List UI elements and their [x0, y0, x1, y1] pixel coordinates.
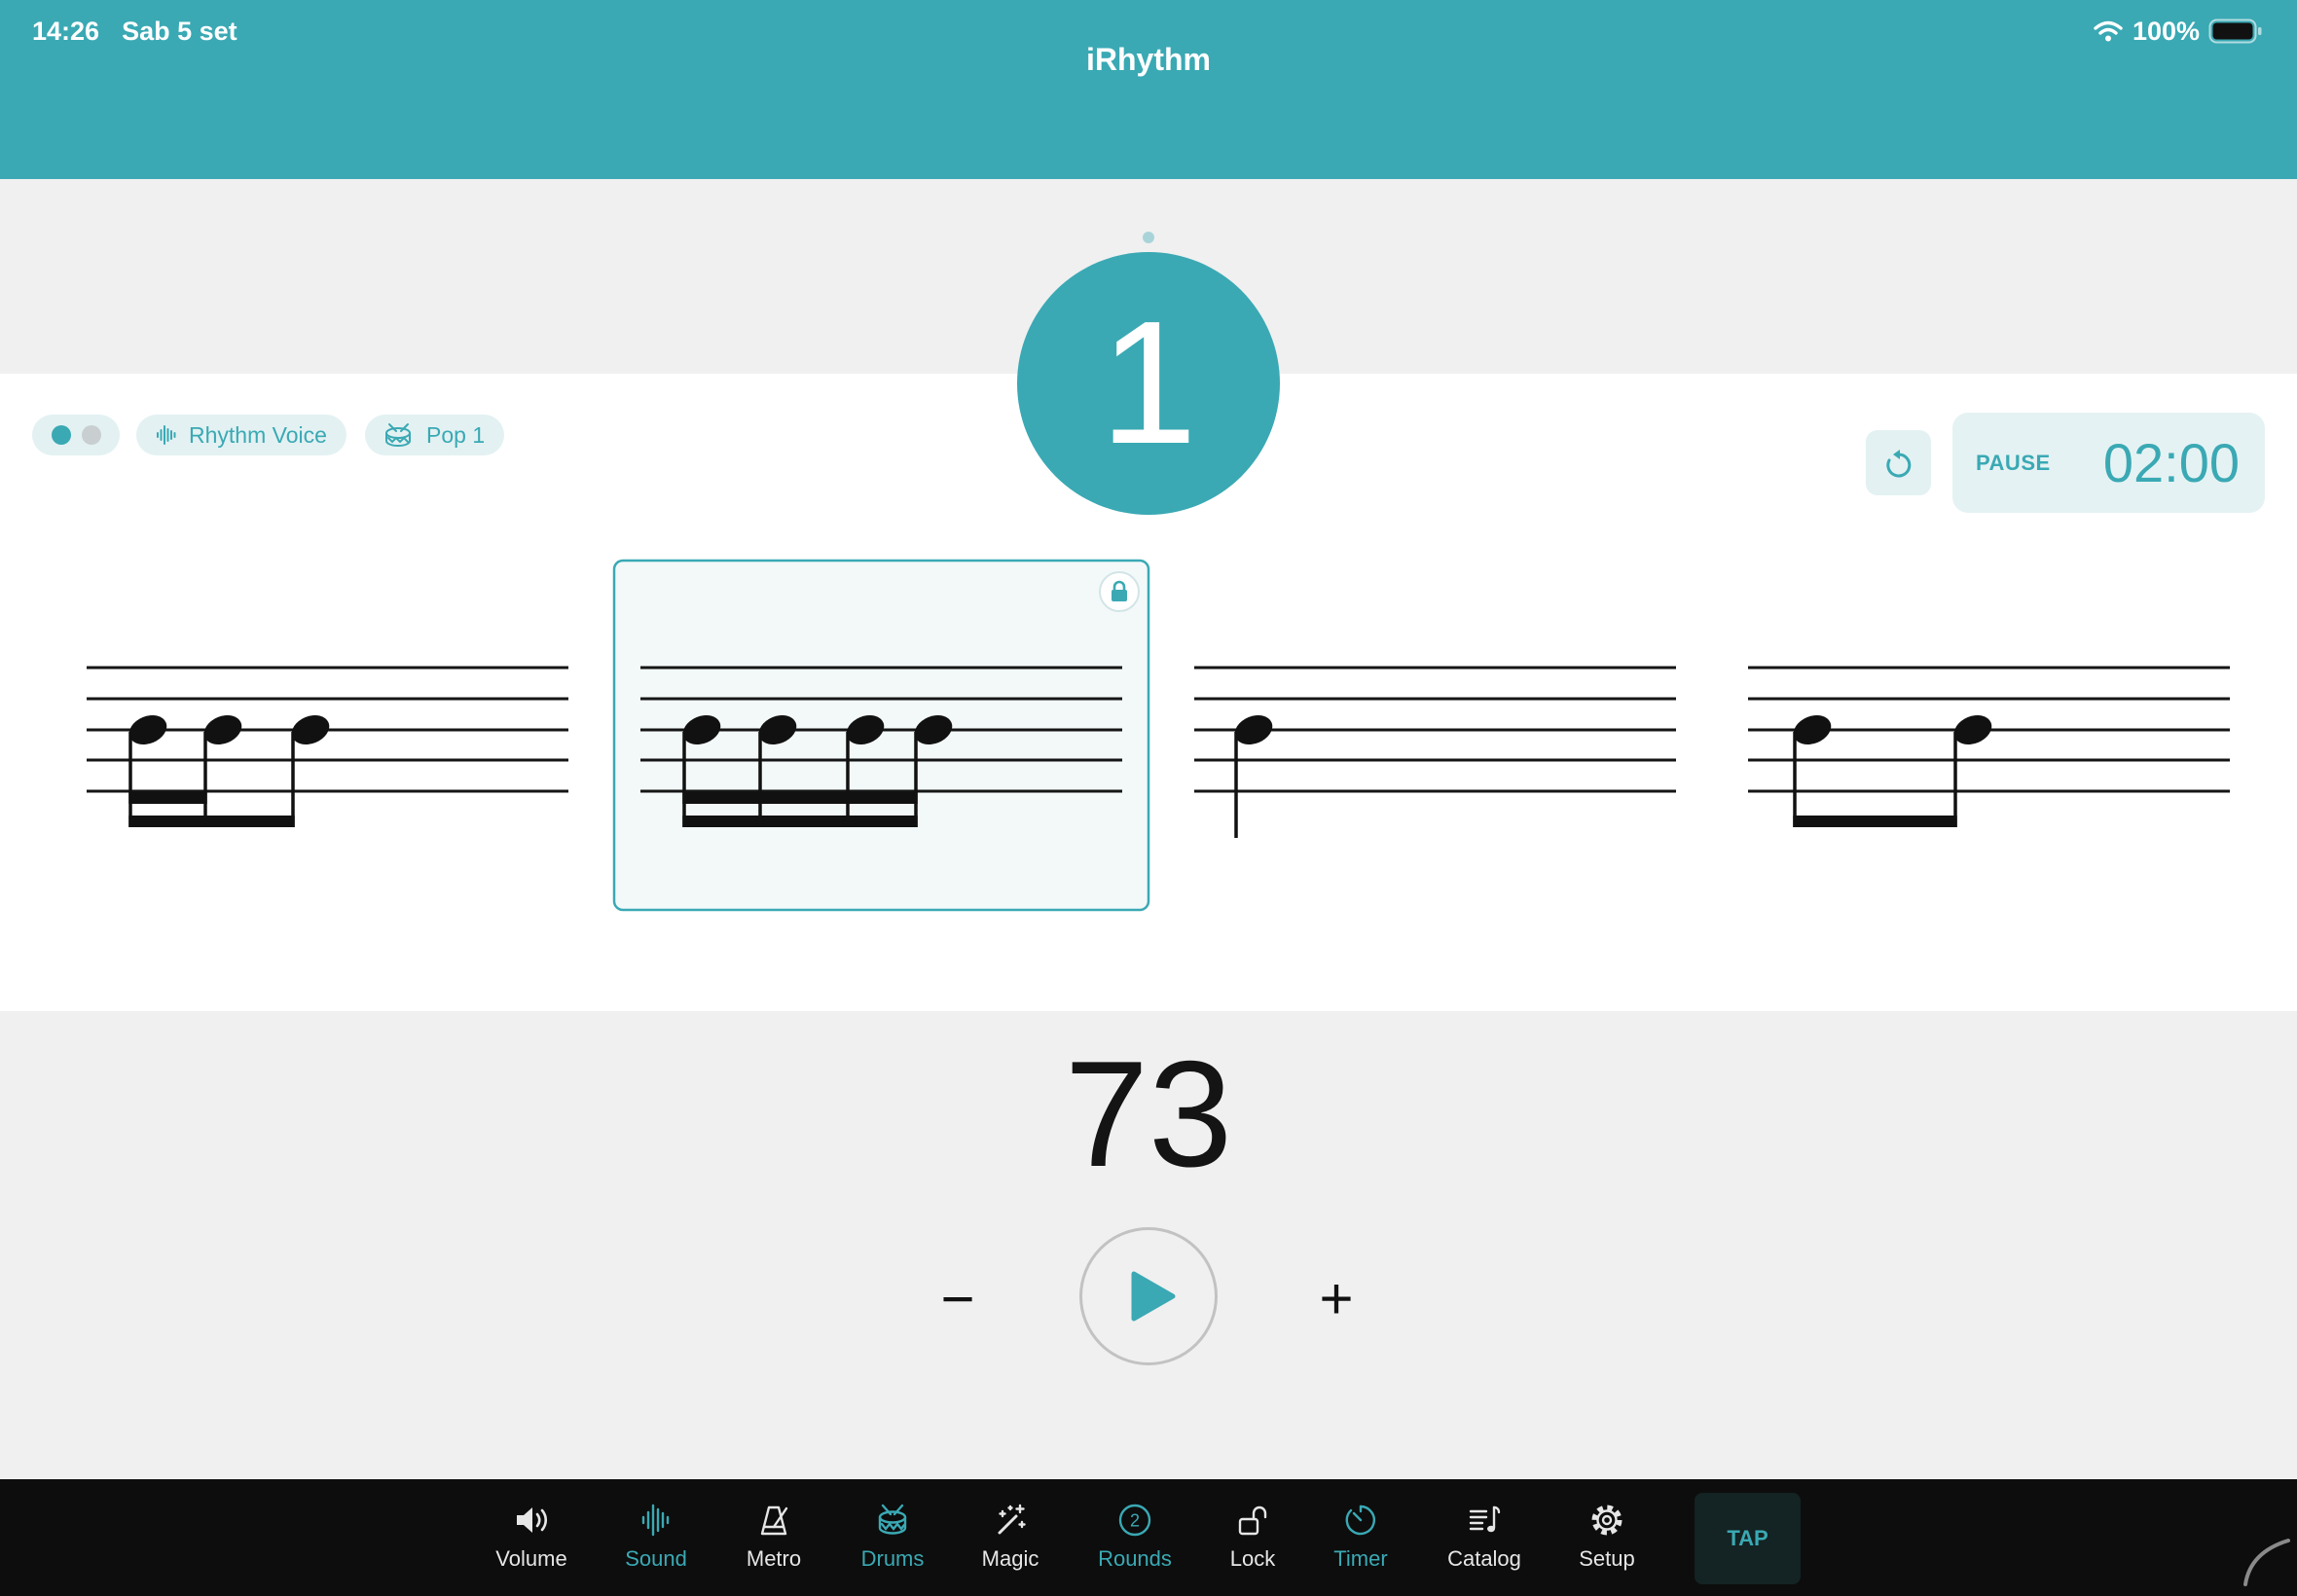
counterclockwise-arrow-icon	[1885, 449, 1911, 477]
drum-icon	[385, 423, 411, 448]
mode-toggle[interactable]	[32, 415, 120, 455]
primary-beam	[1793, 816, 1957, 827]
drum-icon	[878, 1504, 907, 1535]
play-icon	[1131, 1271, 1176, 1322]
speaker-icon	[517, 1507, 548, 1533]
app-title: iRhythm	[1086, 42, 1211, 77]
timer-pause-label[interactable]: PAUSE	[1976, 451, 2051, 476]
play-button[interactable]	[1079, 1227, 1218, 1365]
tab-rounds[interactable]: 2 Rounds	[1067, 1502, 1203, 1576]
tab-volume[interactable]: Volume	[463, 1502, 600, 1576]
rhythm-voice-chip[interactable]: Rhythm Voice	[136, 415, 346, 455]
status-bar-right: 100%	[2093, 15, 2263, 48]
measure-3[interactable]	[1168, 561, 1702, 910]
wifi-icon	[2094, 20, 2123, 42]
tab-magic-label: Magic	[981, 1546, 1039, 1571]
tempo-decrease-button[interactable]: −	[919, 1265, 997, 1333]
secondary-beam	[128, 792, 207, 804]
current-beat-number: 1	[1099, 285, 1198, 481]
tempo-increase-button[interactable]: +	[1297, 1265, 1375, 1333]
toggle-dot-1	[51, 425, 71, 445]
tap-tempo-button[interactable]: TAP	[1695, 1493, 1801, 1584]
rounds-count: 2	[1130, 1511, 1140, 1531]
timer-icon	[1345, 1505, 1375, 1536]
app-header: 14:26 Sab 5 set iRhythm 100%	[0, 0, 2297, 179]
lock-icon	[1112, 590, 1127, 601]
tab-setup[interactable]: Setup	[1539, 1502, 1675, 1576]
timer-countdown: 02:00	[2102, 432, 2240, 493]
battery-icon	[2208, 18, 2262, 44]
catalog-icon	[1469, 1505, 1501, 1533]
unlock-icon	[1238, 1505, 1267, 1536]
tab-catalog-label: Catalog	[1447, 1546, 1521, 1571]
tab-timer[interactable]: Timer	[1293, 1502, 1429, 1576]
metronome-icon	[760, 1505, 788, 1536]
waveform-icon	[641, 1504, 670, 1537]
tab-catalog[interactable]: Catalog	[1416, 1502, 1552, 1576]
tab-timer-label: Timer	[1333, 1546, 1388, 1571]
tab-rounds-label: Rounds	[1098, 1546, 1172, 1571]
reset-timer-button[interactable]	[1866, 430, 1931, 495]
tab-sound[interactable]: Sound	[588, 1502, 724, 1576]
rhythm-voice-label: Rhythm Voice	[189, 421, 327, 448]
drum-kit-chip[interactable]: Pop 1	[365, 415, 505, 455]
gear-icon	[1591, 1505, 1622, 1536]
measure-4[interactable]	[1722, 561, 2256, 910]
battery-percentage: 100%	[2133, 16, 2201, 46]
tab-setup-label: Setup	[1579, 1546, 1635, 1571]
tab-drums-label: Drums	[860, 1546, 925, 1571]
tab-metro-label: Metro	[746, 1546, 802, 1571]
tab-metro[interactable]: Metro	[706, 1502, 842, 1576]
tab-sound-label: Sound	[625, 1546, 687, 1571]
home-indicator	[2243, 1539, 2290, 1586]
tab-drums[interactable]: Drums	[824, 1502, 961, 1576]
measure-2[interactable]	[612, 559, 1150, 912]
drum-kit-label: Pop 1	[426, 421, 486, 448]
tab-magic[interactable]: Magic	[942, 1502, 1078, 1576]
timer-control[interactable]: PAUSE 02:00	[1952, 413, 2265, 513]
rhythm-notation	[60, 559, 2256, 912]
rounds-icon: 2	[1118, 1504, 1151, 1537]
tab-volume-label: Volume	[495, 1546, 567, 1571]
waveform-icon	[157, 425, 176, 445]
secondary-beam	[682, 792, 918, 804]
measure-1[interactable]	[60, 561, 595, 910]
primary-beam	[128, 816, 295, 827]
measure-lock-badge[interactable]	[1099, 571, 1140, 612]
primary-beam	[682, 816, 918, 827]
beat-counter: 1	[1017, 252, 1280, 515]
beat-position-dot	[1143, 232, 1154, 243]
tempo-bpm: 73	[1064, 1030, 1233, 1198]
toggle-dot-2	[81, 425, 101, 445]
magic-wand-icon	[998, 1504, 1026, 1535]
tab-lock-label: Lock	[1229, 1546, 1276, 1571]
